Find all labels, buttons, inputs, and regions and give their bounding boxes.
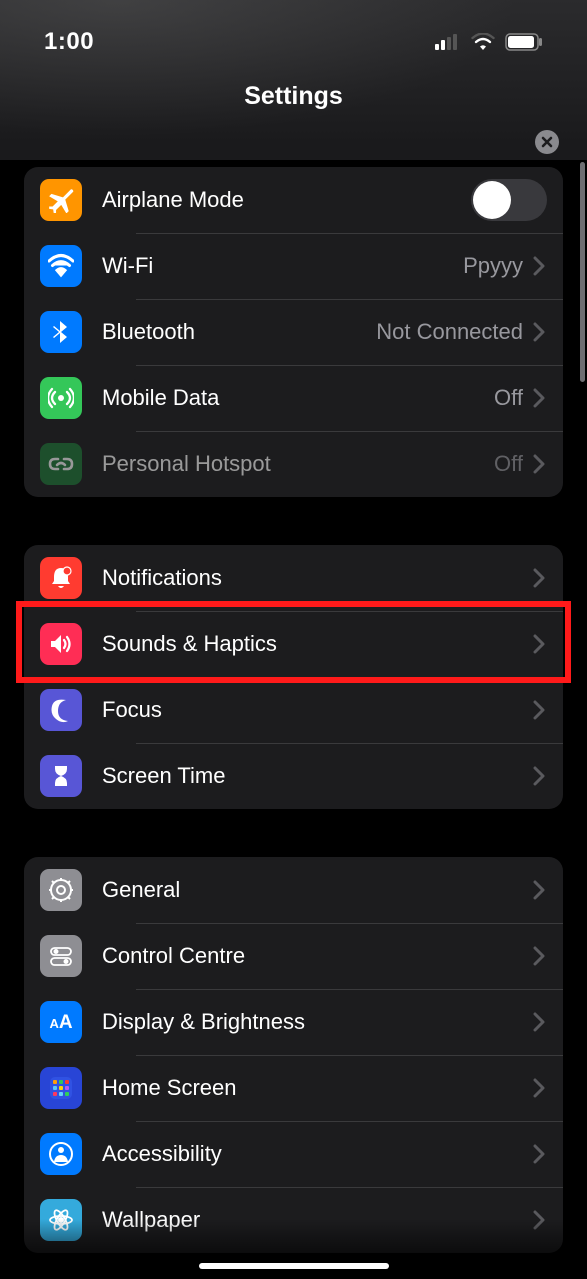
row-screentime[interactable]: Screen Time (24, 743, 563, 809)
settings-group: General Control Centre Display & Brightnes… (24, 857, 563, 1253)
title-bar: Settings (0, 60, 587, 145)
row-sounds[interactable]: Sounds & Haptics (24, 611, 563, 677)
chevron-right-icon (533, 946, 547, 966)
chevron-right-icon (533, 880, 547, 900)
wifi-status-icon (471, 33, 495, 51)
grid-icon (40, 1067, 82, 1109)
moon-icon (40, 689, 82, 731)
chevron-right-icon (533, 388, 547, 408)
row-label: Wallpaper (102, 1207, 533, 1233)
status-bar: 1:00 (0, 0, 587, 60)
antenna-icon (40, 377, 82, 419)
chevron-right-icon (533, 322, 547, 342)
chevron-right-icon (533, 1012, 547, 1032)
row-label: Accessibility (102, 1141, 533, 1167)
settings-group: Notifications Sounds & Haptics Focus Screen… (24, 545, 563, 809)
flower-icon (40, 1199, 82, 1241)
home-indicator[interactable] (199, 1263, 389, 1269)
status-icons (435, 33, 543, 51)
page-title: Settings (0, 82, 587, 111)
row-label: Wi-Fi (102, 253, 463, 279)
row-label: Mobile Data (102, 385, 494, 411)
row-airplane[interactable]: Airplane Mode (24, 167, 563, 233)
hourglass-icon (40, 755, 82, 797)
battery-icon (505, 33, 543, 51)
chevron-right-icon (533, 454, 547, 474)
chevron-right-icon (533, 1210, 547, 1230)
settings-group: Airplane ModeWi-FiPpyyyBluetoothNot Conn… (24, 167, 563, 497)
row-wifi[interactable]: Wi-FiPpyyy (24, 233, 563, 299)
chevron-right-icon (533, 568, 547, 588)
link-icon (40, 443, 82, 485)
chevron-right-icon (533, 700, 547, 720)
row-bluetooth[interactable]: BluetoothNot Connected (24, 299, 563, 365)
row-value: Off (494, 451, 523, 477)
row-homescreen[interactable]: Home Screen (24, 1055, 563, 1121)
aa-icon (40, 1001, 82, 1043)
row-label: Control Centre (102, 943, 533, 969)
airplane-toggle[interactable] (471, 179, 547, 221)
chevron-right-icon (533, 256, 547, 276)
row-value: Ppyyy (463, 253, 523, 279)
chevron-right-icon (533, 634, 547, 654)
row-label: Sounds & Haptics (102, 631, 533, 657)
chevron-right-icon (533, 766, 547, 786)
row-label: Airplane Mode (102, 187, 471, 213)
row-mobile[interactable]: Mobile DataOff (24, 365, 563, 431)
row-label: Screen Time (102, 763, 533, 789)
row-label: Home Screen (102, 1075, 533, 1101)
chevron-right-icon (533, 1078, 547, 1098)
row-label: Personal Hotspot (102, 451, 494, 477)
chevron-right-icon (533, 1144, 547, 1164)
scroll-indicator[interactable] (580, 162, 585, 382)
row-label: General (102, 877, 533, 903)
settings-content: Airplane ModeWi-FiPpyyyBluetoothNot Conn… (0, 167, 587, 1253)
row-label: Display & Brightness (102, 1009, 533, 1035)
row-hotspot: Personal HotspotOff (24, 431, 563, 497)
close-button[interactable] (535, 130, 559, 154)
wifi-icon (40, 245, 82, 287)
row-value: Off (494, 385, 523, 411)
row-label: Bluetooth (102, 319, 376, 345)
cellular-icon (435, 34, 461, 50)
bell-icon (40, 557, 82, 599)
row-controlcentre[interactable]: Control Centre (24, 923, 563, 989)
row-wallpaper[interactable]: Wallpaper (24, 1187, 563, 1253)
gear-icon (40, 869, 82, 911)
status-time: 1:00 (44, 28, 94, 56)
switches-icon (40, 935, 82, 977)
person-icon (40, 1133, 82, 1175)
row-value: Not Connected (376, 319, 523, 345)
row-accessibility[interactable]: Accessibility (24, 1121, 563, 1187)
row-general[interactable]: General (24, 857, 563, 923)
row-display[interactable]: Display & Brightness (24, 989, 563, 1055)
row-focus[interactable]: Focus (24, 677, 563, 743)
row-label: Notifications (102, 565, 533, 591)
speaker-icon (40, 623, 82, 665)
row-notifications[interactable]: Notifications (24, 545, 563, 611)
airplane-icon (40, 179, 82, 221)
close-icon (541, 136, 553, 148)
row-label: Focus (102, 697, 533, 723)
bluetooth-icon (40, 311, 82, 353)
